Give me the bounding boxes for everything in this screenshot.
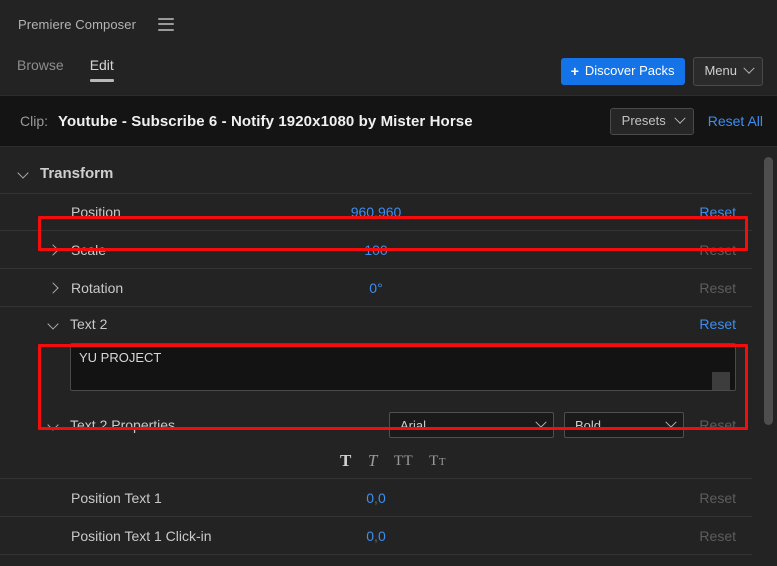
text-2-input[interactable] bbox=[70, 343, 736, 391]
section-text-2-properties: Text 2 Properties Arial Bold Reset T T T… bbox=[0, 406, 752, 479]
property-value-scale[interactable]: 100 bbox=[0, 242, 752, 258]
small-caps-glyph-large: T bbox=[429, 452, 439, 469]
reset-button-scale[interactable]: Reset bbox=[699, 242, 736, 258]
menu-button[interactable]: Menu bbox=[693, 57, 763, 86]
value-separator: , bbox=[374, 527, 378, 544]
property-row-position-text-1-clickin[interactable]: Position Text 1 Click-in 0,0 Reset bbox=[0, 517, 752, 555]
value-separator: , bbox=[374, 489, 378, 506]
reset-all-button[interactable]: Reset All bbox=[708, 113, 763, 129]
property-label-rotation: Rotation bbox=[71, 279, 124, 296]
text-style-buttons: T T TT TT bbox=[48, 444, 736, 478]
chevron-right-icon[interactable] bbox=[48, 283, 58, 293]
all-caps-icon[interactable]: TT bbox=[394, 451, 413, 471]
small-caps-icon[interactable]: TT bbox=[429, 451, 446, 472]
reset-button-rotation[interactable]: Reset bbox=[699, 280, 736, 296]
font-weight-dropdown[interactable]: Bold bbox=[564, 412, 684, 438]
property-label-position: Position bbox=[71, 204, 121, 220]
text-2-input-wrap bbox=[48, 341, 736, 406]
tab-bar: Browse Edit + Discover Packs Menu bbox=[0, 48, 777, 95]
vertical-scrollbar[interactable] bbox=[763, 157, 774, 566]
font-family-value: Arial bbox=[400, 417, 427, 433]
section-title-text-2: Text 2 bbox=[70, 316, 108, 332]
section-text-2: Text 2 Reset bbox=[0, 307, 752, 406]
property-row-rotation[interactable]: Rotation 0° Reset bbox=[0, 269, 752, 307]
font-controls: Arial Bold bbox=[389, 412, 684, 438]
chevron-down-icon bbox=[743, 62, 755, 74]
chevron-down-icon bbox=[665, 416, 677, 428]
section-header-text-2[interactable]: Text 2 Reset bbox=[48, 307, 736, 341]
reset-button-position-text-1[interactable]: Reset bbox=[699, 490, 736, 506]
small-caps-glyph-small: T bbox=[438, 455, 447, 468]
reset-button-position-text-1-clickin[interactable]: Reset bbox=[699, 528, 736, 544]
position-y-value[interactable]: 960 bbox=[378, 204, 401, 220]
clickin-y-value[interactable]: 0 bbox=[378, 528, 386, 544]
property-label-scale: Scale bbox=[71, 241, 107, 258]
discover-packs-button[interactable]: + Discover Packs bbox=[560, 58, 686, 85]
reset-button-position[interactable]: Reset bbox=[699, 204, 736, 220]
reset-button-text-2-properties[interactable]: Reset bbox=[684, 417, 736, 433]
chevron-down-icon[interactable] bbox=[18, 168, 28, 178]
title-bar: Premiere Composer bbox=[0, 0, 777, 48]
menu-button-label: Menu bbox=[704, 63, 737, 78]
app-title: Premiere Composer bbox=[18, 16, 137, 32]
section-header-transform[interactable]: Transform bbox=[0, 153, 752, 193]
chevron-down-icon[interactable] bbox=[48, 319, 58, 329]
plus-icon: + bbox=[570, 63, 579, 79]
clip-bar: Clip: Youtube - Subscribe 6 - Notify 192… bbox=[0, 95, 777, 147]
text-2-properties-header[interactable]: Text 2 Properties Arial Bold Reset bbox=[48, 406, 736, 444]
presets-label: Presets bbox=[621, 112, 666, 128]
discover-packs-label: Discover Packs bbox=[584, 63, 675, 78]
clip-name: Youtube - Subscribe 6 - Notify 1920x1080… bbox=[58, 112, 473, 130]
reset-button-text-2[interactable]: Reset bbox=[699, 316, 736, 332]
chevron-down-icon bbox=[674, 112, 686, 124]
tab-edit[interactable]: Edit bbox=[89, 56, 114, 82]
chevron-down-icon bbox=[535, 416, 547, 428]
section-title-transform: Transform bbox=[40, 164, 114, 182]
font-family-dropdown[interactable]: Arial bbox=[389, 412, 554, 438]
font-weight-value: Bold bbox=[575, 417, 602, 433]
tab-browse[interactable]: Browse bbox=[17, 56, 64, 82]
clip-label: Clip: bbox=[20, 113, 49, 129]
properties-content: Transform Position 960,960 Reset Scale 1… bbox=[0, 153, 752, 555]
clip-bar-actions: Presets Reset All bbox=[609, 107, 763, 135]
property-label-position-text-1-clickin: Position Text 1 Click-in bbox=[71, 527, 212, 544]
premiere-composer-panel: Premiere Composer Browse Edit + Discover… bbox=[0, 0, 777, 566]
position-x-value[interactable]: 960 bbox=[351, 204, 374, 220]
position-text-1-x-value[interactable]: 0 bbox=[366, 490, 374, 506]
properties-panel: Transform Position 960,960 Reset Scale 1… bbox=[0, 153, 777, 566]
clickin-x-value[interactable]: 0 bbox=[366, 528, 374, 544]
bold-icon[interactable]: T bbox=[340, 451, 352, 471]
chevron-right-icon[interactable] bbox=[48, 245, 58, 255]
presets-dropdown[interactable]: Presets bbox=[609, 107, 694, 135]
position-text-1-y-value[interactable]: 0 bbox=[378, 490, 386, 506]
tab-group: Browse Edit bbox=[14, 56, 114, 82]
chevron-down-icon[interactable] bbox=[48, 420, 58, 430]
property-row-position-text-1[interactable]: Position Text 1 0,0 Reset bbox=[0, 479, 752, 517]
property-label-position-text-1: Position Text 1 bbox=[71, 489, 162, 506]
section-title-text-2-properties: Text 2 Properties bbox=[70, 417, 176, 433]
italic-icon[interactable]: T bbox=[368, 451, 378, 471]
top-actions: + Discover Packs Menu bbox=[560, 57, 763, 86]
property-row-position[interactable]: Position 960,960 Reset bbox=[0, 193, 752, 231]
hamburger-icon[interactable] bbox=[158, 17, 175, 31]
value-separator: , bbox=[374, 204, 378, 220]
scrollbar-thumb[interactable] bbox=[764, 157, 773, 425]
resize-handle[interactable] bbox=[712, 372, 730, 390]
property-row-scale[interactable]: Scale 100 Reset bbox=[0, 231, 752, 269]
